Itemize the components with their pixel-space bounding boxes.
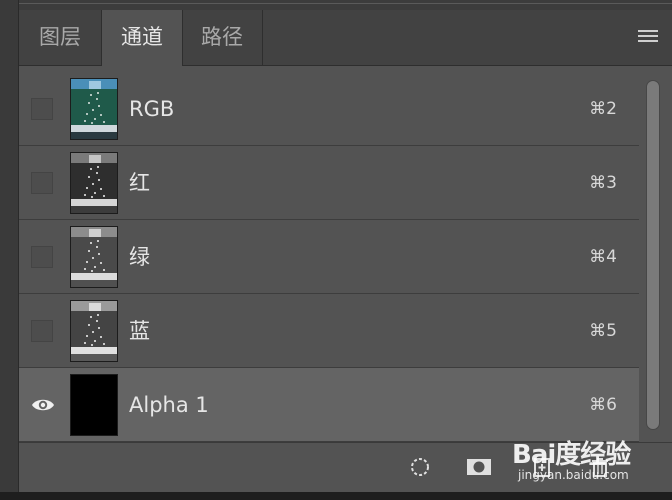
channel-row-red[interactable]: 红 ⌘3 xyxy=(19,146,639,220)
channel-row-green[interactable]: 绿 ⌘4 xyxy=(19,220,639,294)
tab-channels[interactable]: 通道 xyxy=(101,10,183,66)
tab-divider xyxy=(262,10,263,65)
channel-shortcut: ⌘2 xyxy=(589,99,617,119)
channels-panel: 图层 通道 路径 RGB ⌘2 红 ⌘3 绿 ⌘4 蓝 ⌘5 Alpha 1 ⌘… xyxy=(19,0,672,493)
channel-name: Alpha 1 xyxy=(129,393,209,417)
channel-thumbnail-alpha xyxy=(70,374,118,436)
load-selection-icon[interactable] xyxy=(408,455,432,479)
channel-shortcut: ⌘5 xyxy=(589,321,617,341)
channel-row-blue[interactable]: 蓝 ⌘5 xyxy=(19,294,639,368)
channel-name: 绿 xyxy=(129,245,150,269)
channel-shortcut: ⌘4 xyxy=(589,247,617,267)
baidu-jingyan-watermark: Bai度经验 jingyan.baidu.com xyxy=(512,428,662,488)
visibility-toggle[interactable] xyxy=(31,246,53,268)
tab-paths[interactable]: 路径 xyxy=(182,10,262,65)
channel-thumbnail-blue xyxy=(70,300,118,362)
panel-tabbar: 图层 通道 路径 xyxy=(19,10,672,66)
save-selection-as-channel-icon[interactable] xyxy=(465,455,491,479)
watermark-url: jingyan.baidu.com xyxy=(518,468,629,482)
tab-layers[interactable]: 图层 xyxy=(19,10,101,65)
eye-icon[interactable] xyxy=(29,391,57,419)
hamburger-menu-icon[interactable] xyxy=(638,30,658,44)
channel-shortcut: ⌘6 xyxy=(589,395,617,415)
visibility-toggle[interactable] xyxy=(31,172,53,194)
channel-name: 蓝 xyxy=(129,319,150,343)
window-bottom-edge xyxy=(0,492,672,500)
visibility-toggle[interactable] xyxy=(31,320,53,342)
channel-thumbnail-red xyxy=(70,152,118,214)
channel-row-rgb[interactable]: RGB ⌘2 xyxy=(19,72,639,146)
channel-shortcut: ⌘3 xyxy=(589,173,617,193)
channel-thumbnail-green xyxy=(70,226,118,288)
app-window: 图层 通道 路径 RGB ⌘2 红 ⌘3 绿 ⌘4 蓝 ⌘5 Alpha 1 ⌘… xyxy=(0,0,672,500)
canvas-edge xyxy=(0,0,19,500)
channel-name: RGB xyxy=(129,97,175,121)
channel-thumbnail-rgb xyxy=(70,78,118,140)
channel-list: RGB ⌘2 红 ⌘3 绿 ⌘4 蓝 ⌘5 Alpha 1 ⌘6 xyxy=(19,72,639,442)
watermark-logo: Bai度经验 xyxy=(512,440,631,470)
scrollbar[interactable] xyxy=(643,72,663,440)
visibility-toggle[interactable] xyxy=(31,98,53,120)
channel-name: 红 xyxy=(129,171,150,195)
scrollbar-thumb[interactable] xyxy=(646,80,660,430)
